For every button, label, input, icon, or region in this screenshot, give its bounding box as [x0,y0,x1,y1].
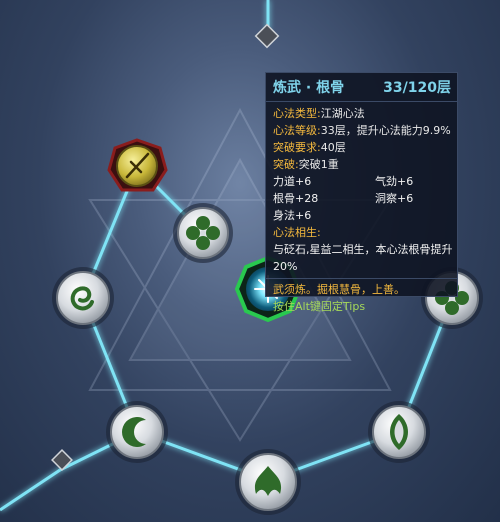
tooltip-level: 33/120层 [383,79,451,96]
stat-right: 洞察+6 [375,192,414,205]
tooltip-header: 炼武 · 根骨 33/120层 [266,75,457,102]
tooltip-panel: 炼武 · 根骨 33/120层 心法类型:江湖心法 心法等级:33层，提升心法能… [265,72,458,313]
breakthrough-req-value: 40层 [320,141,346,154]
stat-left: 力道+6 [273,175,312,188]
breakthrough-value: 突破1重 [298,158,339,171]
stat-left: 根骨+28 [273,192,319,205]
breakthrough-row: 突破:突破1重 [273,156,451,173]
node-flame-bottom[interactable] [235,449,301,515]
type-row: 心法类型:江湖心法 [273,105,451,122]
alt-hint: 按住Alt键固定Tips [273,300,366,313]
flavor-quote: 武须炼。掘根慧骨，上善。 [273,283,405,296]
synergy-text-line1: 与砭石,星益二相生，本心法根骨提升 [273,243,453,256]
level-label: 心法等级: [273,124,321,137]
breakthrough-req-label: 突破要求: [273,141,321,154]
node-crescent-lower-left[interactable] [106,401,168,463]
type-value: 江湖心法 [320,107,365,120]
breakthrough-label: 突破: [273,158,299,171]
stat-left: 身法+6 [273,209,312,222]
synergy-label: 心法相生: [273,226,321,239]
node-clover-upper[interactable] [173,203,233,263]
stat-row: 根骨+28 洞察+6 [273,190,413,207]
level-row: 心法等级:33层，提升心法能力9.9% [273,122,451,139]
stat-row: 身法+6 [273,207,413,224]
node-top-left-emblem[interactable] [107,138,168,192]
level-value: 33层，提升心法能力9.9% [320,124,451,137]
node-spiral-left[interactable] [52,267,114,329]
synergy-text-line2: 20% [273,260,298,273]
type-label: 心法类型: [273,107,321,120]
stat-row: 力道+6 气劲+6 [273,173,413,190]
diamond-connector-top [254,23,280,49]
stat-right [375,207,413,224]
tooltip-divider [266,278,457,279]
tooltip-title: 炼武 · 根骨 [273,79,345,96]
node-leaf-lower-right[interactable] [368,401,430,463]
stat-right: 气劲+6 [375,175,414,188]
breakthrough-req-row: 突破要求:40层 [273,139,451,156]
